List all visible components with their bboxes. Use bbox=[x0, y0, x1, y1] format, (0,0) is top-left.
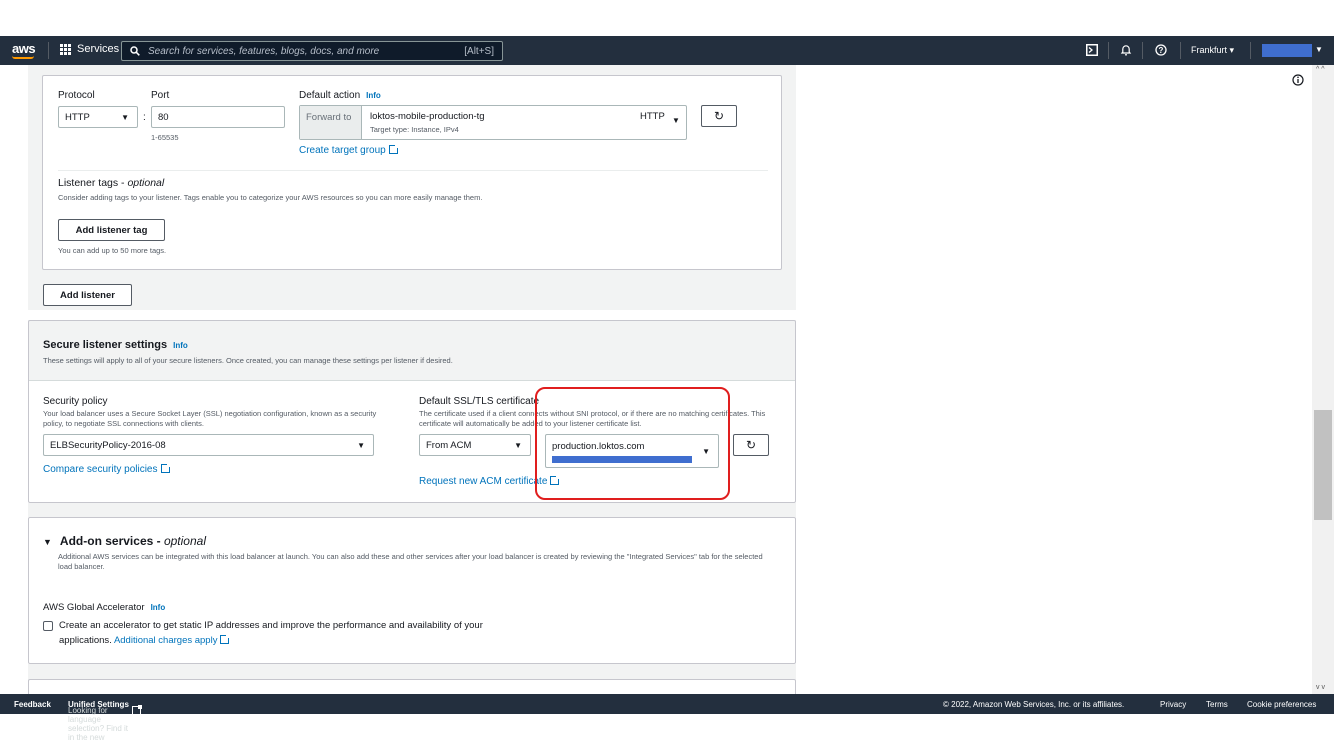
addon-services-desc: Additional AWS services can be integrate… bbox=[58, 552, 763, 571]
forward-to-select[interactable]: Forward to loktos-mobile-production-tg T… bbox=[299, 105, 687, 140]
language-notice: Looking for language selection? Find it … bbox=[68, 700, 142, 742]
info-link[interactable]: Info bbox=[151, 603, 166, 612]
additional-charges-link[interactable]: Additional charges apply bbox=[114, 634, 231, 646]
secure-listener-title: Secure listener settings Info bbox=[43, 339, 188, 351]
terms-link[interactable]: Terms bbox=[1206, 700, 1228, 709]
copyright: © 2022, Amazon Web Services, Inc. or its… bbox=[943, 700, 1125, 709]
aws-logo-smile bbox=[12, 56, 34, 59]
port-value: 80 bbox=[158, 111, 169, 123]
security-policy-label: Security policy bbox=[43, 396, 108, 407]
external-link-icon bbox=[220, 634, 231, 644]
spacer bbox=[28, 503, 796, 517]
caret-down-icon: ▼ bbox=[514, 440, 522, 450]
feedback-link[interactable]: Feedback bbox=[14, 700, 51, 709]
certificate-source-value: From ACM bbox=[426, 439, 472, 451]
protocol-label: Protocol bbox=[58, 90, 95, 101]
help-icon[interactable]: ? bbox=[1155, 44, 1167, 56]
refresh-button[interactable]: ↻ bbox=[701, 105, 737, 127]
external-link-icon bbox=[160, 463, 171, 473]
addon-services-card: ▼ Add-on services - optional Additional A… bbox=[28, 517, 796, 664]
forward-to-prefix: Forward to bbox=[300, 106, 362, 139]
port-input[interactable]: 80 bbox=[151, 106, 285, 128]
info-link[interactable]: Info bbox=[173, 341, 188, 350]
protocol-value: HTTP bbox=[65, 111, 90, 123]
aws-logo[interactable]: aws bbox=[12, 41, 36, 56]
separator bbox=[1180, 42, 1181, 59]
accelerator-checkbox[interactable] bbox=[43, 621, 53, 631]
privacy-link[interactable]: Privacy bbox=[1160, 700, 1186, 709]
info-link[interactable]: Info bbox=[366, 91, 381, 100]
compare-policies-link[interactable]: Compare security policies bbox=[43, 463, 171, 475]
scrollbar-thumb[interactable] bbox=[1314, 410, 1332, 520]
port-label: Port bbox=[151, 90, 170, 101]
refresh-icon: ↻ bbox=[713, 109, 725, 123]
listener-tags-desc: Consider adding tags to your listener. T… bbox=[58, 193, 483, 202]
highlight-annotation bbox=[535, 387, 730, 500]
separator bbox=[1142, 42, 1143, 59]
refresh-button[interactable]: ↻ bbox=[733, 434, 769, 456]
security-policy-value: ELBSecurityPolicy-2016-08 bbox=[50, 439, 166, 451]
next-section-card bbox=[28, 679, 796, 694]
addon-services-title[interactable]: ▼ Add-on services - optional bbox=[43, 534, 206, 548]
separator bbox=[1108, 42, 1109, 59]
scrollbar[interactable] bbox=[1312, 65, 1334, 694]
scroll-up-icon[interactable]: ^ ^ bbox=[1316, 66, 1325, 73]
top-navigation-bar: aws Services Search for services, featur… bbox=[0, 36, 1334, 65]
caret-down-icon: ▼ bbox=[357, 440, 365, 450]
port-hint: 1-65535 bbox=[151, 133, 179, 142]
services-label: Services bbox=[77, 43, 120, 55]
add-listener-tag-button[interactable]: Add listener tag bbox=[58, 219, 165, 241]
divider bbox=[29, 380, 795, 381]
region-selector[interactable]: Frankfurt ▾ bbox=[1191, 45, 1234, 56]
external-link-icon bbox=[388, 144, 399, 154]
separator bbox=[1250, 42, 1251, 59]
security-policy-select[interactable]: ELBSecurityPolicy-2016-08 ▼ bbox=[43, 434, 374, 456]
footer-bar: Feedback Looking for language selection?… bbox=[0, 694, 1334, 742]
certificate-label: Default SSL/TLS certificate bbox=[419, 396, 540, 407]
security-policy-desc: Your load balancer uses a Secure Socket … bbox=[43, 409, 377, 428]
chevron-down-icon[interactable]: ▼ bbox=[1315, 45, 1323, 54]
secure-listener-desc: These settings will apply to all of your… bbox=[43, 356, 453, 365]
main-content: Protocol HTTP ▼ : Port 80 1-65535 Defaul… bbox=[0, 65, 1312, 694]
info-panel-icon[interactable] bbox=[1292, 74, 1304, 86]
accelerator-checkbox-label: Create an accelerator to get static IP a… bbox=[59, 620, 483, 631]
global-accelerator-label: AWS Global Accelerator Info bbox=[43, 602, 166, 613]
services-menu-button[interactable]: Services bbox=[60, 43, 119, 55]
caret-down-icon: ▼ bbox=[43, 537, 52, 547]
accelerator-checkbox-label-2: applications. Additional charges apply bbox=[59, 634, 231, 646]
protocol-select[interactable]: HTTP ▼ bbox=[58, 106, 138, 128]
create-target-group-link[interactable]: Create target group bbox=[299, 144, 399, 156]
caret-down-icon: ▼ bbox=[672, 116, 680, 125]
svg-text:?: ? bbox=[1159, 46, 1164, 55]
divider bbox=[58, 170, 768, 171]
tags-limit: You can add up to 50 more tags. bbox=[58, 246, 167, 255]
search-shortcut: [Alt+S] bbox=[464, 45, 494, 57]
bell-icon[interactable] bbox=[1120, 44, 1132, 56]
listener-card: Protocol HTTP ▼ : Port 80 1-65535 Defaul… bbox=[42, 75, 782, 270]
caret-down-icon: ▼ bbox=[121, 112, 129, 122]
colon: : bbox=[143, 112, 146, 123]
certificate-source-select[interactable]: From ACM ▼ bbox=[419, 434, 531, 456]
add-listener-button[interactable]: Add listener bbox=[43, 284, 132, 306]
search-icon bbox=[130, 46, 140, 56]
grid-icon bbox=[60, 43, 71, 55]
external-link-icon bbox=[131, 705, 142, 715]
cookie-preferences-link[interactable]: Cookie preferences bbox=[1247, 700, 1316, 709]
cloudshell-icon[interactable] bbox=[1086, 44, 1098, 56]
account-menu-redacted[interactable] bbox=[1262, 44, 1312, 57]
listener-tags-title: Listener tags - optional bbox=[58, 177, 165, 189]
target-type: Target type: Instance, IPv4 bbox=[370, 125, 459, 134]
target-group-name: loktos-mobile-production-tg bbox=[370, 111, 485, 122]
search-placeholder: Search for services, features, blogs, do… bbox=[148, 45, 380, 57]
default-action-label: Default action Info bbox=[299, 90, 381, 101]
separator bbox=[48, 42, 49, 59]
search-input[interactable]: Search for services, features, blogs, do… bbox=[121, 41, 503, 61]
target-protocol: HTTP bbox=[640, 111, 665, 122]
refresh-icon: ↻ bbox=[745, 438, 757, 452]
scroll-down-icon[interactable]: v v bbox=[1316, 684, 1325, 691]
